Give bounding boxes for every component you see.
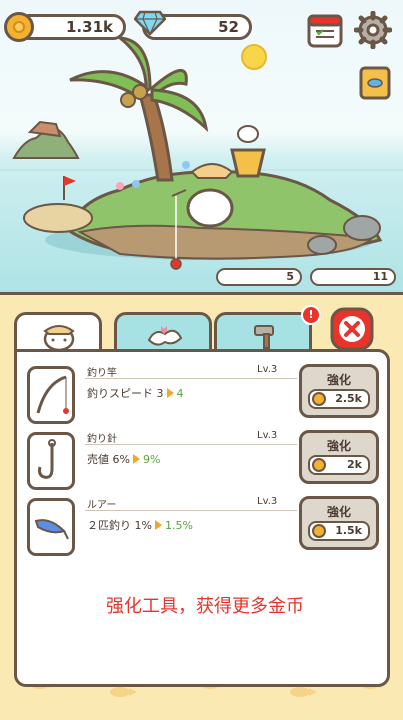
upgrade-button-lure[interactable]: 強化 1.5k <box>299 496 379 550</box>
lure-icon <box>34 519 69 540</box>
upgrade-panel: ! 釣り竿 Lv.3 釣りスピード 34 強化 2.5k 釣り針 Lv.3 売値… <box>0 292 403 720</box>
upgrade-row-lure: ルアー Lv.3 ２匹釣り 1% 1.5% 強化 1.5k <box>27 496 379 558</box>
timer-count: 11 <box>372 270 388 283</box>
tab-tools[interactable]: ! <box>214 305 321 352</box>
hook-icon-box <box>27 432 75 490</box>
coin-count: 1.31k <box>66 18 113 36</box>
upgrade-price: 1.5k <box>308 521 370 541</box>
upgrade-price: 2.5k <box>308 389 370 409</box>
upgrade-list: 釣り竿 Lv.3 釣りスピード 34 強化 2.5k 釣り針 Lv.3 売値 6… <box>14 349 390 687</box>
catch-count: 5 <box>286 270 294 283</box>
coin-icon <box>312 524 326 538</box>
upgrade-level: Lv.3 <box>257 496 278 507</box>
coin-icon <box>312 392 326 406</box>
gear-icon[interactable] <box>354 11 392 49</box>
rod-icon-box <box>27 366 75 424</box>
upgrade-name: 釣り針 <box>87 434 117 445</box>
notification-badge: ! <box>301 305 321 325</box>
game-scene: 1.31k 52 5 11 <box>0 0 403 292</box>
divider <box>85 378 297 379</box>
close-button[interactable] <box>330 307 374 351</box>
upgrade-level: Lv.3 <box>257 430 278 441</box>
fishing-rod-icon <box>36 375 69 414</box>
coin-icon <box>4 12 34 42</box>
upgrade-row-rod: 釣り竿 Lv.3 釣りスピード 34 強化 2.5k <box>27 364 379 426</box>
cat-head-icon <box>43 325 75 351</box>
upgrade-row-hook: 釣り針 Lv.3 売値 6% 9% 強化 2k <box>27 430 379 492</box>
promo-text: 强化工具，获得更多金币 <box>106 596 304 617</box>
decoration-icon <box>147 326 183 346</box>
fish-hook-icon <box>38 439 56 479</box>
upgrade-price: 2k <box>308 455 370 475</box>
divider <box>85 444 297 445</box>
fish-pattern <box>290 687 317 697</box>
tab-decoration[interactable] <box>114 312 212 352</box>
coin-icon <box>312 458 326 472</box>
upgrade-stat: 売値 6% 9% <box>87 453 161 466</box>
upgrade-button-hook[interactable]: 強化 2k <box>299 430 379 484</box>
upgrade-level: Lv.3 <box>257 364 278 375</box>
fish-pattern <box>110 687 137 697</box>
tab-equipment[interactable] <box>14 312 102 352</box>
top-hud: 1.31k 52 <box>0 0 403 100</box>
divider <box>85 510 297 511</box>
upgrade-name: ルアー <box>87 500 117 511</box>
upgrade-stat: 釣りスピード 34 <box>87 387 184 400</box>
hammer-icon <box>254 325 274 349</box>
upgrade-button-rod[interactable]: 強化 2.5k <box>299 364 379 418</box>
catch-counter: 5 <box>216 268 302 286</box>
lure-icon-box <box>27 498 75 556</box>
timer-counter: 11 <box>310 268 396 286</box>
upgrade-name: 釣り竿 <box>87 368 117 379</box>
diamond-icon <box>134 10 166 36</box>
upgrade-stat: ２匹釣り 1% 1.5% <box>87 519 193 532</box>
calendar-icon[interactable] <box>306 11 344 49</box>
gem-count: 52 <box>218 18 239 36</box>
fish-book-icon[interactable] <box>356 64 394 102</box>
